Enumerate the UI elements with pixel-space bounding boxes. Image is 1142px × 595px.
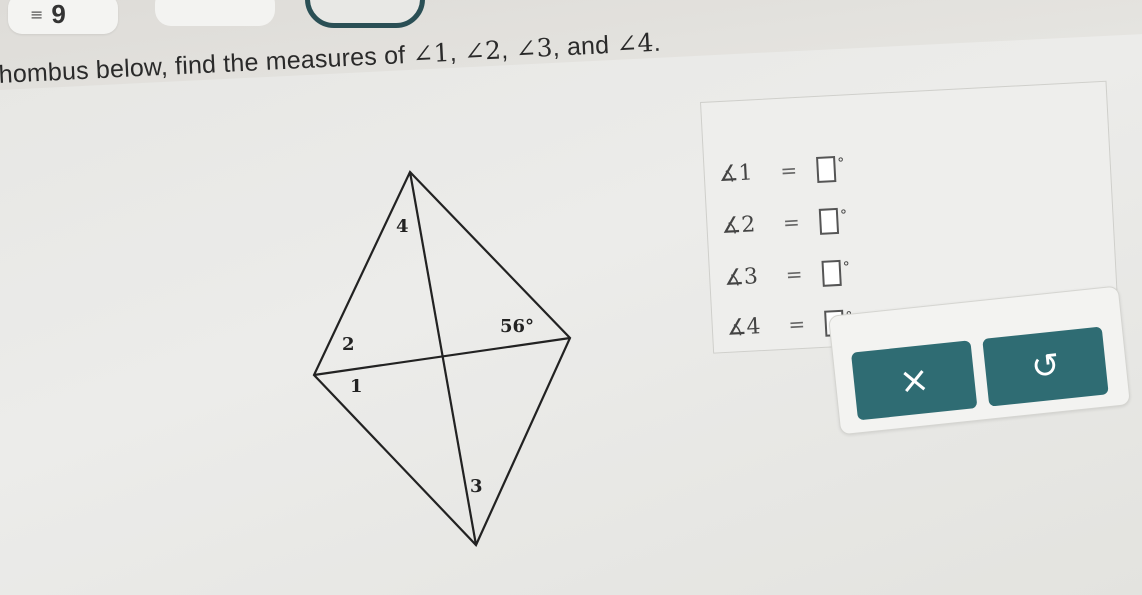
- answer-row-2: ∡2 = °: [721, 207, 848, 240]
- menu-icon: ≡: [30, 4, 44, 24]
- prompt-sep: ,: [551, 33, 568, 62]
- prompt-and: and: [566, 31, 610, 62]
- angle-label-3: 3: [470, 476, 483, 497]
- question-count: 9: [51, 0, 66, 29]
- angle-label-1: 1: [350, 376, 363, 397]
- undo-button[interactable]: ↺: [982, 326, 1109, 407]
- degree-sign: °: [837, 155, 845, 172]
- prompt-sep: ,: [448, 38, 465, 67]
- answer-input-3[interactable]: [821, 259, 842, 287]
- prompt-angle-2: ∠2: [463, 35, 502, 67]
- degree-sign: °: [842, 259, 851, 276]
- rhombus-figure: 4 2 1 3 56°: [312, 170, 572, 547]
- equals-sign: =: [785, 261, 804, 287]
- answer-row-3: ∡3 = °: [724, 259, 851, 292]
- equals-sign: =: [787, 311, 806, 337]
- undo-icon: ↺: [1029, 345, 1062, 388]
- answer-angle-label: ∡4: [726, 314, 762, 341]
- answer-input-2[interactable]: [818, 207, 840, 235]
- prompt-angle-3: ∠3: [514, 32, 554, 64]
- toolbar-pill[interactable]: [155, 0, 275, 26]
- angle-label-2: 2: [342, 334, 355, 355]
- prompt-angle-1: ∠1: [411, 37, 451, 69]
- diagonal-vertical: [408, 171, 478, 546]
- answer-row-1: ∡1 = °: [718, 156, 845, 189]
- answer-angle-label: ∡2: [720, 212, 756, 240]
- answer-input-1[interactable]: [816, 156, 837, 183]
- prompt-end: .: [652, 28, 662, 57]
- answer-angle-label: ∡3: [723, 264, 759, 291]
- angle-label-4: 4: [396, 216, 409, 237]
- close-icon: ×: [897, 358, 932, 403]
- menu-chip[interactable]: ≡ 9: [8, 0, 118, 34]
- answer-angle-label: ∡1: [718, 160, 754, 188]
- equals-sign: =: [782, 209, 801, 235]
- equals-sign: =: [779, 158, 798, 183]
- toolbar-pill-outlined[interactable]: [305, 0, 425, 28]
- prompt-angle-4: ∠4: [615, 27, 655, 59]
- clear-button[interactable]: ×: [850, 340, 978, 421]
- angle-label-given: 56°: [500, 316, 534, 337]
- degree-sign: °: [839, 207, 848, 224]
